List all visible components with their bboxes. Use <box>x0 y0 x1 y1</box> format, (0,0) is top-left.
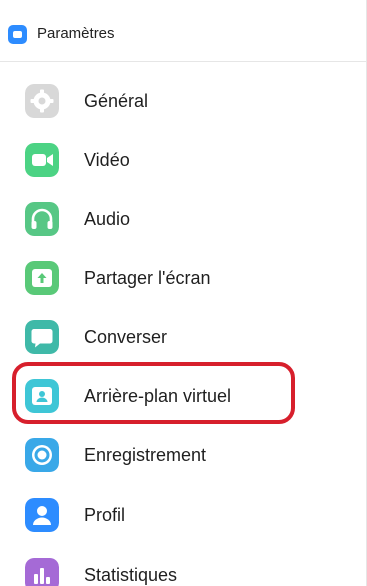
sidebar-item-profile[interactable]: Profil <box>0 486 366 542</box>
zoom-app-icon <box>8 25 27 44</box>
window-title: Paramètres <box>37 25 115 42</box>
sidebar-item-label: Arrière-plan virtuel <box>84 386 232 406</box>
title-bar: Paramètres <box>0 0 367 62</box>
statistics-icon <box>25 558 59 586</box>
video-camera-icon <box>25 143 59 177</box>
sidebar-item-label: Général <box>84 91 149 111</box>
share-screen-icon <box>25 261 59 295</box>
sidebar-item-label: Audio <box>84 209 131 229</box>
sidebar-item-virtual-background[interactable]: Arrière-plan virtuel <box>0 367 366 423</box>
sidebar-item-label: Converser <box>84 327 168 347</box>
gear-icon <box>25 84 59 118</box>
sidebar-item-label: Vidéo <box>84 150 130 170</box>
headphones-icon <box>25 202 59 236</box>
settings-window: Paramètres Général Vidéo Audio Partager … <box>0 0 367 586</box>
sidebar-item-audio[interactable]: Audio <box>0 190 366 246</box>
sidebar-item-statistics[interactable]: Statistiques <box>0 546 366 586</box>
sidebar-item-video[interactable]: Vidéo <box>0 131 366 187</box>
sidebar-item-share-screen[interactable]: Partager l'écran <box>0 249 366 305</box>
record-icon <box>25 438 59 472</box>
profile-icon <box>25 498 59 532</box>
sidebar-item-general[interactable]: Général <box>0 72 366 128</box>
sidebar-item-chat[interactable]: Converser <box>0 308 366 364</box>
sidebar-item-label: Partager l'écran <box>84 268 211 288</box>
virtual-background-icon <box>25 379 59 413</box>
sidebar-item-label: Statistiques <box>84 565 178 585</box>
chat-bubble-icon <box>25 320 59 354</box>
sidebar-item-label: Profil <box>84 505 126 525</box>
sidebar-item-label: Enregistrement <box>84 445 207 465</box>
sidebar-item-recording[interactable]: Enregistrement <box>0 426 366 482</box>
